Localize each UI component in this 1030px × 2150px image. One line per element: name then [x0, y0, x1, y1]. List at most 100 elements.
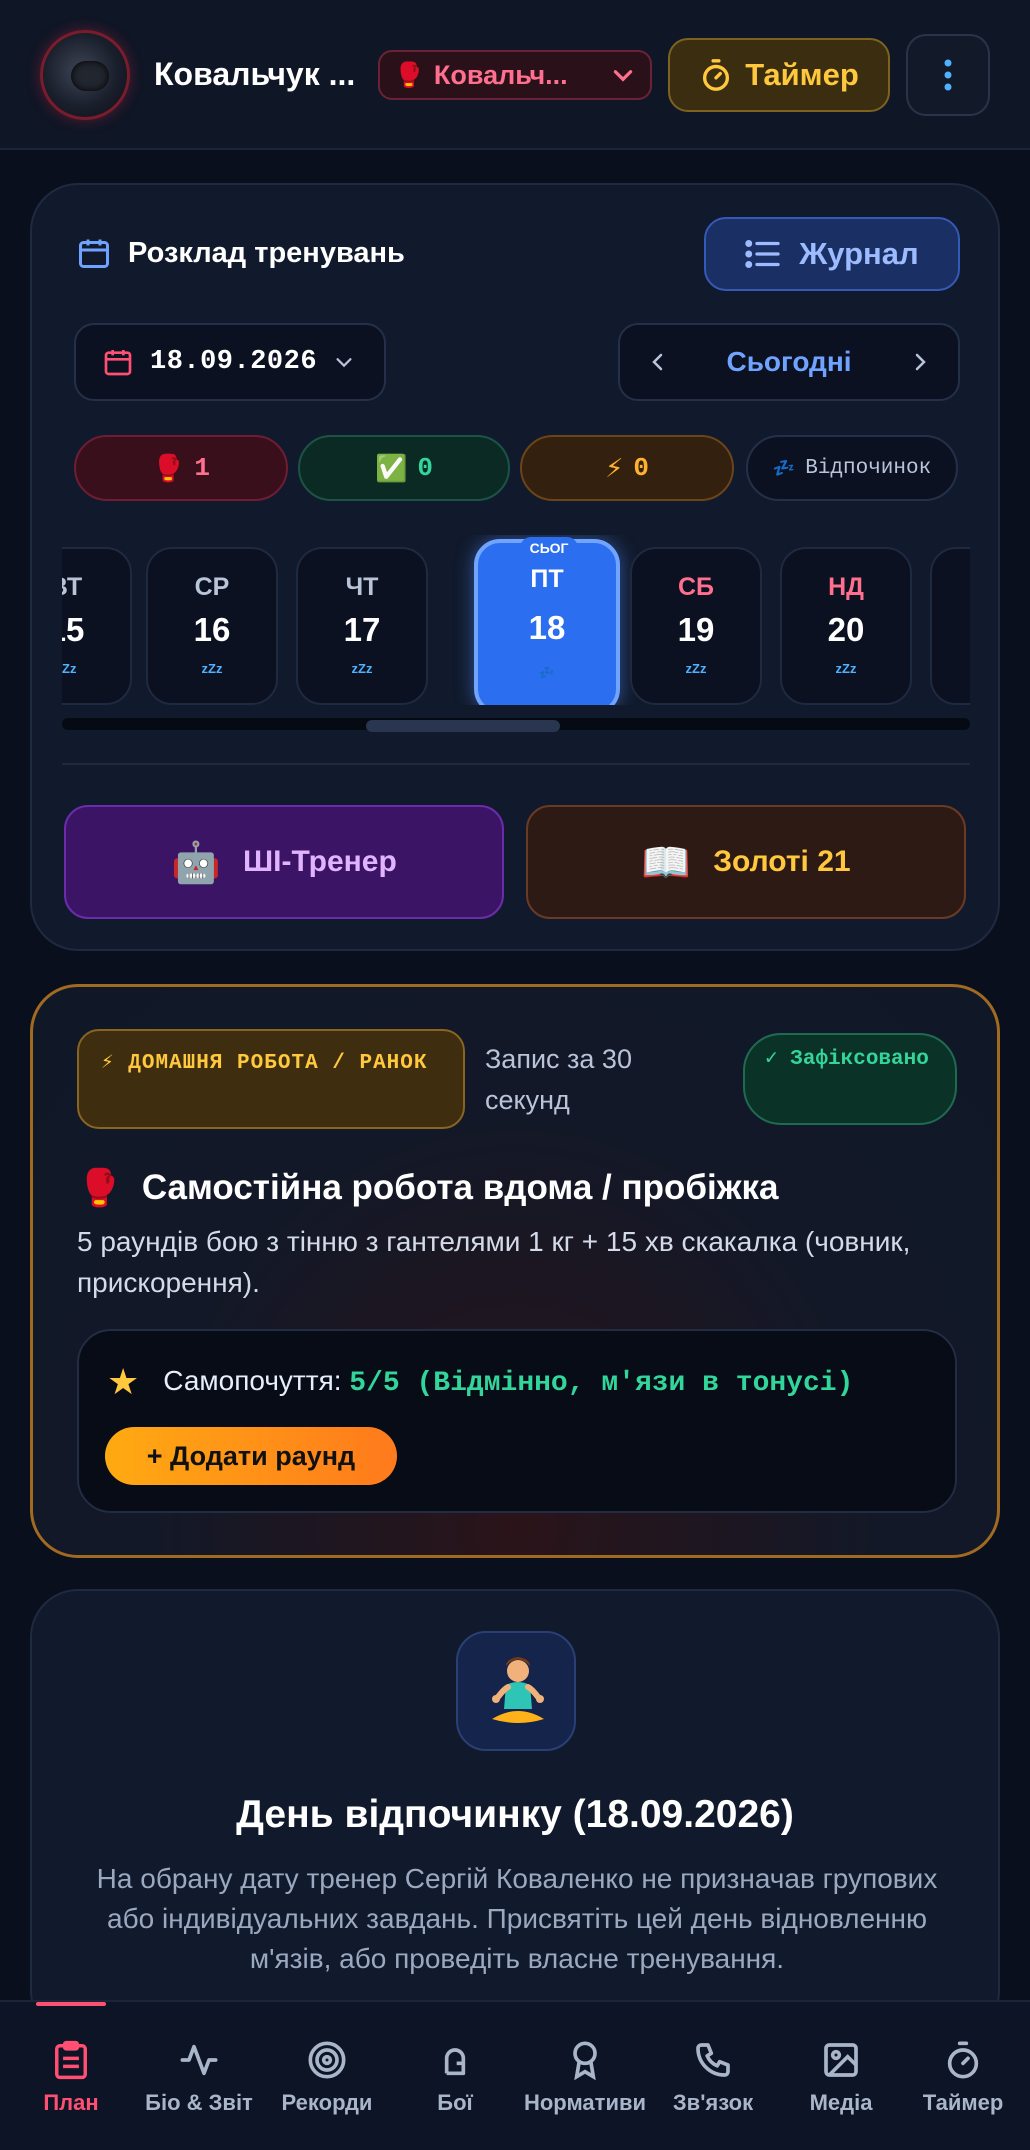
boxing-glove-icon: 🥊 [152, 452, 185, 483]
rest-day-description: На обрану дату тренер Сергій Коваленко н… [96, 1863, 938, 1974]
fixed-badge: ✓ Зафіксовано [743, 1033, 957, 1125]
schedule-card: Розклад тренувань Журнал 18.09.2026 Сьог… [30, 183, 1000, 951]
ai-trainer-label: ШІ-Тренер [243, 845, 397, 878]
trainer-select-value: Ковальч... [433, 59, 568, 90]
glove-icon [444, 2048, 466, 2076]
timer-button[interactable]: Таймер [668, 38, 890, 112]
nav-label: Таймер [922, 2090, 1004, 2115]
scrollbar-thumb[interactable] [366, 720, 560, 732]
stat-rest[interactable]: 💤 Відпочинок [746, 435, 958, 501]
calendar-icon [79, 239, 109, 268]
stat-fights-value: 1 [194, 453, 210, 483]
nav-fights[interactable]: Бої [390, 2038, 520, 2116]
boxing-glove-icon: 🥊 [77, 1167, 122, 1208]
stopwatch-icon [947, 2041, 979, 2079]
user-name: Ковальчук ... [154, 56, 356, 92]
homework-card: ⚡ ДОМАШНЯ РОБОТА / РАНОК Запис за 30 сек… [30, 984, 1000, 1558]
meditation-icon [456, 1631, 576, 1751]
target-icon [308, 2041, 346, 2079]
bottom-nav: План Біо & Звіт Рекорди Бої Нормативи Зв… [0, 2000, 1030, 2150]
stat-done[interactable]: ✅ 0 [298, 435, 510, 501]
rest-day-title: День відпочинку (18.09.2026) [236, 1793, 794, 1836]
journal-button[interactable]: Журнал [704, 217, 960, 291]
sleep-icon: zZz [685, 661, 707, 676]
nav-label: Біо & Звіт [145, 2090, 253, 2115]
day-item[interactable]: НД 20 zZz [780, 547, 912, 705]
more-menu-button[interactable] [906, 34, 990, 116]
day-number: 17 [343, 611, 381, 648]
nav-label: Медіа [809, 2090, 873, 2115]
lightning-icon: ⚡ [605, 452, 624, 483]
list-icon [745, 240, 780, 268]
day-number: 16 [193, 611, 231, 648]
homework-title: Самостійна робота вдома / пробіжка [141, 1168, 779, 1207]
check-icon: ✅ [375, 452, 408, 483]
date-navigator: Сьогодні [618, 323, 960, 401]
nav-label: Зв'язок [672, 2090, 754, 2115]
homework-title-row: 🥊 Самостійна робота вдома / пробіжка [77, 1167, 779, 1209]
day-number: 18 [528, 609, 566, 646]
top-bar: Ковальчук ... 🥊 Ковальч... Таймер [0, 0, 1030, 150]
day-number: 15 [62, 611, 85, 648]
day-item[interactable]: ПН 21 zZz [930, 547, 970, 705]
date-value: 18.09.2026 [150, 347, 318, 377]
feeling-row: ★ Самопочуття: 5/5 (Відмінно, м'язи в то… [107, 1361, 853, 1403]
star-icon: ★ [107, 1361, 140, 1402]
day-name: НД [828, 573, 864, 601]
day-item-selected[interactable]: ПТ 18 💤 [474, 539, 620, 705]
stat-homework-value: 0 [633, 453, 649, 483]
feeling-label: Самопочуття: [163, 1365, 342, 1396]
avatar[interactable] [40, 30, 130, 120]
homework-description: 5 раундів бою з тінню з гантелями 1 кг +… [77, 1226, 911, 1298]
pulse-icon [180, 2044, 218, 2076]
award-icon [573, 2041, 597, 2080]
timer-label: Таймер [745, 57, 859, 92]
today-button[interactable]: Сьогодні [726, 346, 851, 378]
day-item[interactable]: ВТ 15 zZz [62, 547, 132, 705]
day-item[interactable]: СБ 19 zZz [630, 547, 762, 705]
chevron-left-icon[interactable] [646, 350, 670, 374]
day-item[interactable]: ЧТ 17 zZz [296, 547, 428, 705]
day-strip-scrollbar[interactable] [62, 718, 970, 732]
calendar-icon [104, 350, 132, 376]
divider [62, 763, 970, 765]
nav-bio-report[interactable]: Біо & Звіт [134, 2038, 264, 2116]
day-name: СБ [677, 573, 715, 601]
nav-timer[interactable]: Таймер [898, 2038, 1028, 2116]
day-name: ВТ [62, 573, 83, 601]
today-tag: СЬОГ [520, 537, 578, 559]
schedule-header: Розклад тренувань [76, 235, 405, 271]
nav-standards[interactable]: Нормативи [520, 2038, 650, 2116]
clipboard-icon [55, 2040, 87, 2080]
rest-day-card: День відпочинку (18.09.2026) На обрану д… [30, 1589, 1000, 2039]
stat-fights[interactable]: 🥊 1 [74, 435, 288, 501]
nav-contact[interactable]: Зв'язок [648, 2038, 778, 2116]
chevron-right-icon[interactable] [908, 350, 932, 374]
sleep-icon: 💤 [538, 665, 556, 680]
image-icon [824, 2043, 858, 2077]
schedule-title: Розклад тренувань [128, 236, 405, 269]
add-round-button[interactable]: + Додати раунд [105, 1427, 397, 1485]
record-note: Запис за 30 секунд [485, 1044, 632, 1115]
nav-media[interactable]: Медіа [776, 2038, 906, 2116]
homework-tag: ⚡ ДОМАШНЯ РОБОТА / РАНОК [77, 1029, 465, 1129]
stopwatch-icon [703, 59, 730, 91]
feeling-value: 5/5 (Відмінно, м'язи в тонусі) [349, 1368, 854, 1399]
phone-icon [696, 2043, 730, 2077]
nav-plan[interactable]: План [6, 2002, 136, 2116]
nav-records[interactable]: Рекорди [262, 2038, 392, 2116]
day-item[interactable]: СР 16 zZz [146, 547, 278, 705]
stat-homework[interactable]: ⚡ 0 [520, 435, 734, 501]
ai-trainer-button[interactable]: 🤖 ШІ-Тренер [64, 805, 504, 919]
date-picker[interactable]: 18.09.2026 [74, 323, 386, 401]
day-number: 20 [827, 611, 865, 648]
active-indicator [36, 2002, 106, 2006]
nav-label: Бої [437, 2090, 473, 2115]
more-vertical-icon [944, 59, 952, 91]
nav-label: План [43, 2090, 99, 2115]
trainer-select[interactable]: 🥊 Ковальч... [378, 50, 652, 100]
day-name: ЧТ [345, 573, 379, 601]
robot-icon: 🤖 [171, 840, 221, 885]
stat-rest-value: Відпочинок [805, 456, 932, 480]
golden-21-button[interactable]: 📖 Золоті 21 [526, 805, 966, 919]
